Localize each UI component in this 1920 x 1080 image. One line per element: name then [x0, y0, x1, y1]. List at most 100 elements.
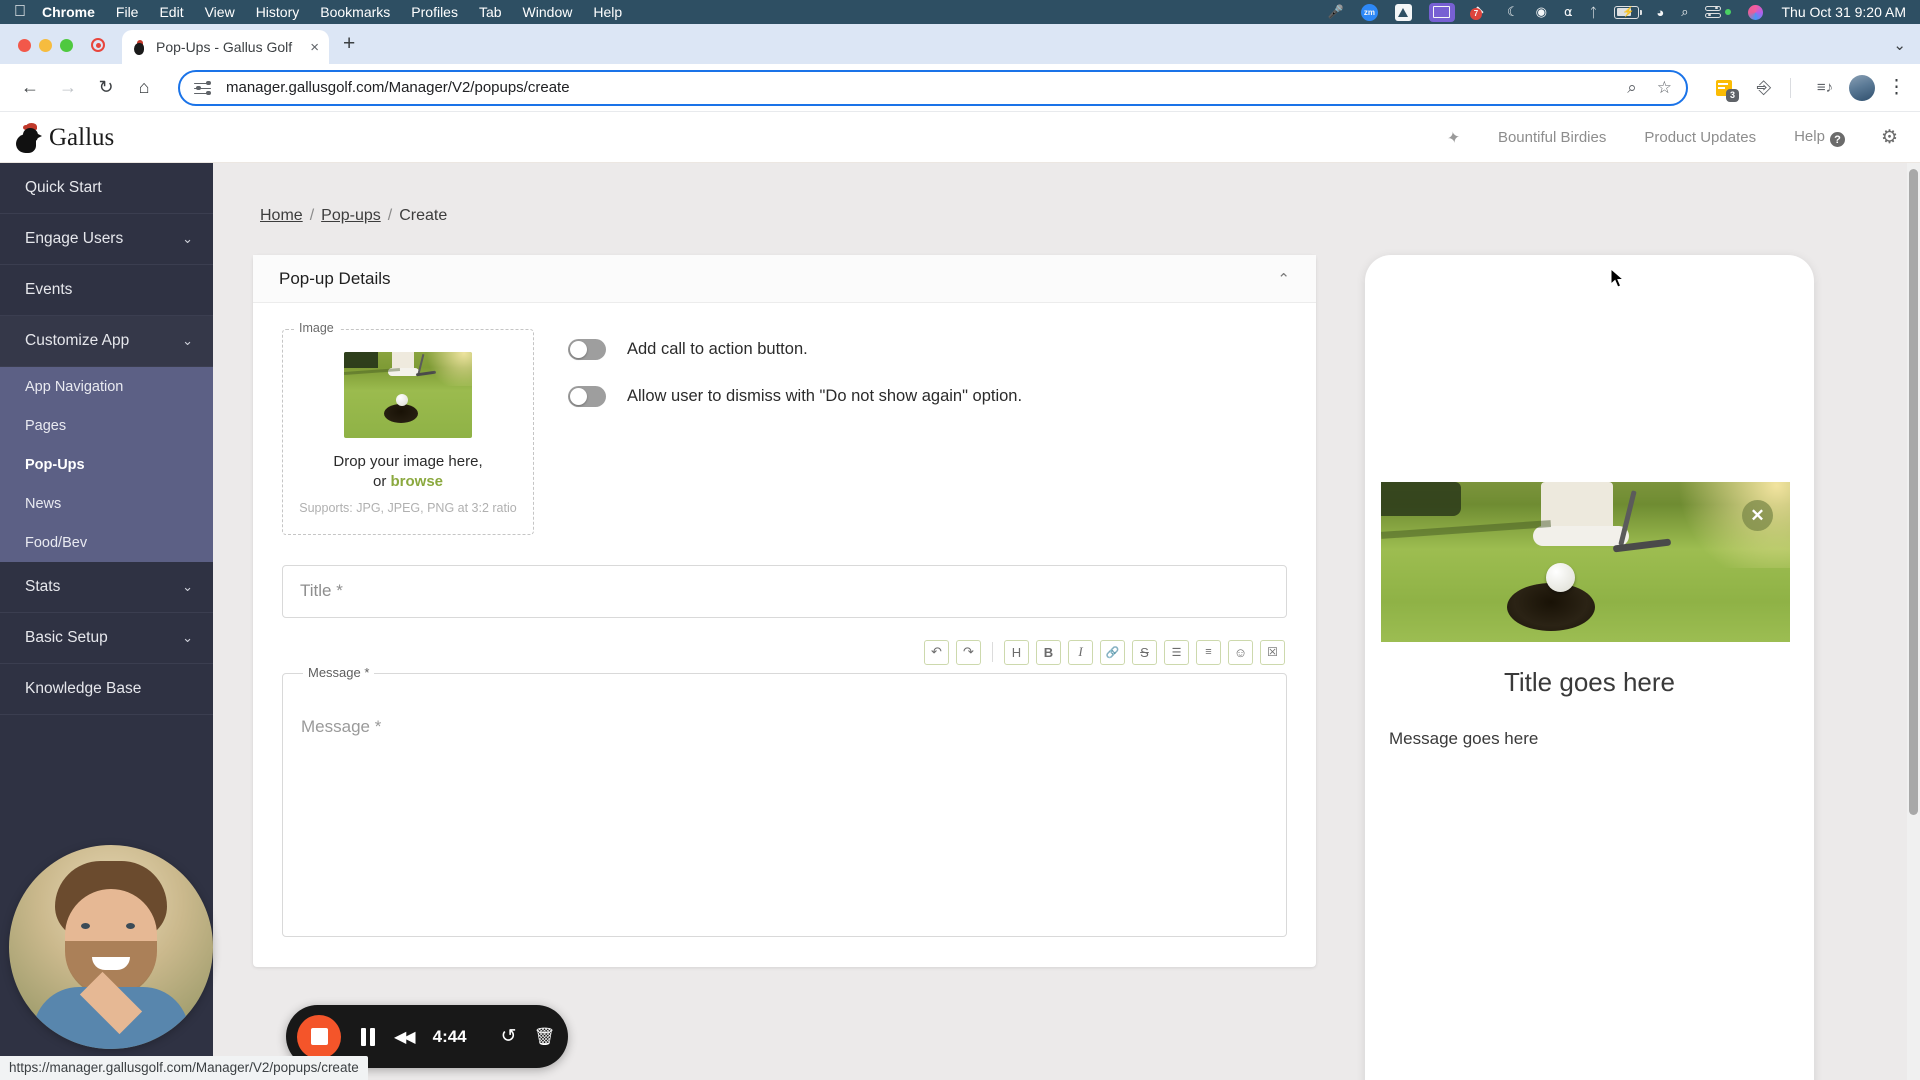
address-bar[interactable]: manager.gallusgolf.com/Manager/V2/popups… [178, 69, 1688, 106]
page-scrollbar[interactable] [1907, 163, 1920, 1080]
emoji-icon[interactable]: ☺ [1228, 639, 1253, 665]
headphones-icon[interactable]: ⍺ [1564, 4, 1573, 20]
brand-logo[interactable]: Gallus [14, 122, 114, 153]
menu-bar-clock[interactable]: Thu Oct 31 9:20 AM [1781, 4, 1906, 20]
heading-icon[interactable]: H [1004, 639, 1029, 665]
chevron-down-icon: ⌄ [182, 630, 193, 645]
magic-wand-icon[interactable]: ✦ [1445, 126, 1462, 148]
insert-image-icon[interactable]: ☒ [1260, 639, 1285, 665]
zoom-icon[interactable]: zm [1360, 3, 1378, 21]
apple-logo-icon[interactable]:  [14, 4, 26, 20]
control-center-icon[interactable] [1705, 5, 1732, 19]
menu-profiles[interactable]: Profiles [411, 4, 458, 20]
chrome-menu-kebab-icon[interactable]: ⋮ [1887, 76, 1906, 99]
italic-icon[interactable]: I [1068, 639, 1093, 665]
reload-button[interactable]: ↻ [90, 72, 122, 104]
sidebar-item-events[interactable]: Events [0, 265, 213, 316]
sidebar-item-knowledge-base[interactable]: Knowledge Base [0, 664, 213, 715]
mic-icon[interactable]: 🎤 [1328, 4, 1344, 20]
sidebar-subitem-label: News [25, 495, 62, 512]
undo-icon[interactable]: ↶ [924, 639, 949, 665]
menu-window[interactable]: Window [523, 4, 573, 20]
menu-bookmarks[interactable]: Bookmarks [320, 4, 390, 20]
help-label: Help [1794, 127, 1825, 145]
menu-tab[interactable]: Tab [479, 4, 502, 20]
bookmark-star-icon[interactable]: ☆ [1657, 78, 1672, 98]
sidebar-item-food-bev[interactable]: Food/Bev [0, 523, 213, 562]
link-icon[interactable]: 🔗 [1100, 639, 1125, 665]
recording-timer: 4:44 [432, 1026, 467, 1046]
dropbox-icon[interactable]: ◆7 [1469, 4, 1490, 21]
browser-tab[interactable]: Pop-Ups - Gallus Golf × [122, 30, 329, 64]
zoom-in-icon[interactable]: ⌕ [1627, 78, 1637, 98]
media-controls-icon[interactable]: ≡♪ [1809, 72, 1841, 104]
breadcrumb-separator: / [309, 207, 315, 224]
message-textarea[interactable]: Message * Message * [282, 664, 1287, 937]
nav-help[interactable]: Help? [1794, 128, 1845, 148]
sidebar-item-news[interactable]: News [0, 484, 213, 523]
stop-recording-button[interactable] [297, 1014, 341, 1059]
preview-message: Message goes here [1389, 729, 1539, 748]
breadcrumb-home[interactable]: Home [260, 207, 303, 225]
sidebar-item-basic-setup[interactable]: Basic Setup ⌄ [0, 613, 213, 664]
menu-edit[interactable]: Edit [159, 4, 183, 20]
menu-file[interactable]: File [116, 4, 139, 20]
close-icon[interactable]: ✕ [1742, 500, 1773, 531]
home-button[interactable]: ⌂ [128, 72, 160, 104]
strikethrough-icon[interactable]: S [1132, 639, 1157, 665]
sidebar-item-pop-ups[interactable]: Pop-Ups [0, 445, 213, 484]
nav-product-updates[interactable]: Product Updates [1644, 129, 1756, 146]
sidebar-item-app-navigation[interactable]: App Navigation [0, 367, 213, 406]
redo-icon[interactable]: ↷ [956, 639, 981, 665]
maximize-window-button[interactable] [60, 39, 73, 52]
browse-link[interactable]: browse [391, 473, 444, 490]
rewind-button[interactable]: ◀◀ [394, 1027, 416, 1047]
menu-view[interactable]: View [205, 4, 235, 20]
menu-chrome[interactable]: Chrome [42, 4, 95, 20]
bluetooth-icon[interactable]: ᛏ [1590, 5, 1598, 20]
site-settings-icon[interactable] [194, 79, 212, 97]
wifi-icon[interactable]: ◕ [1656, 5, 1664, 20]
gear-icon[interactable]: ⚙ [1881, 126, 1898, 149]
forward-button[interactable]: → [52, 72, 84, 104]
restart-recording-icon[interactable]: ↺ [501, 1025, 517, 1048]
google-drive-icon[interactable] [1394, 3, 1412, 21]
siri-icon[interactable] [1748, 4, 1764, 20]
extension-icon[interactable]: 3 [1708, 72, 1740, 104]
title-input[interactable]: Title * [282, 564, 1287, 618]
back-button[interactable]: ← [14, 72, 46, 104]
close-icon[interactable]: × [310, 39, 319, 56]
do-not-disturb-icon[interactable]: ☾ [1507, 4, 1519, 20]
close-window-button[interactable] [18, 39, 31, 52]
collapse-chevron-up-icon[interactable]: ⌃ [1277, 270, 1290, 288]
nav-bountiful-birdies[interactable]: Bountiful Birdies [1498, 129, 1606, 146]
sidebar-item-customize-app[interactable]: Customize App ⌄ [0, 316, 213, 367]
address-bar-actions: ⌕ ☆ [1627, 78, 1672, 98]
record-icon[interactable]: ◉ [1536, 4, 1547, 20]
sidebar-item-quick-start[interactable]: Quick Start [0, 163, 213, 214]
bold-icon[interactable]: B [1036, 639, 1061, 665]
image-dropzone[interactable]: Image Drop your image here, or browse Su… [282, 321, 534, 535]
bullet-list-icon[interactable]: ☰ [1164, 639, 1189, 665]
toggle-allow-dismiss[interactable] [568, 386, 606, 407]
sidebar-item-pages[interactable]: Pages [0, 406, 213, 445]
screen-share-icon[interactable] [1428, 2, 1455, 22]
new-tab-button[interactable]: + [343, 32, 355, 56]
minimize-window-button[interactable] [39, 39, 52, 52]
delete-recording-icon[interactable]: 🗑 [534, 1027, 556, 1047]
extensions-puzzle-icon[interactable]: ⎆ [1748, 72, 1780, 104]
menu-help[interactable]: Help [593, 4, 622, 20]
tab-search-chevron-down-icon[interactable]: ⌄ [1893, 36, 1906, 54]
sidebar-item-engage-users[interactable]: Engage Users ⌄ [0, 214, 213, 265]
scrollbar-thumb[interactable] [1909, 169, 1918, 815]
menu-history[interactable]: History [256, 4, 300, 20]
toggle-add-call-to-action[interactable] [568, 339, 606, 360]
pause-recording-button[interactable] [361, 1027, 375, 1046]
spotlight-search-icon[interactable]: ⌕ [1681, 4, 1688, 20]
sidebar-item-stats[interactable]: Stats ⌄ [0, 562, 213, 613]
chrome-profile-avatar[interactable] [1849, 74, 1875, 101]
breadcrumb-popups[interactable]: Pop-ups [321, 207, 381, 225]
webcam-bubble[interactable] [9, 845, 213, 1049]
numbered-list-icon[interactable]: ≡ [1196, 639, 1221, 665]
battery-icon[interactable]: ⚡ [1614, 5, 1643, 19]
